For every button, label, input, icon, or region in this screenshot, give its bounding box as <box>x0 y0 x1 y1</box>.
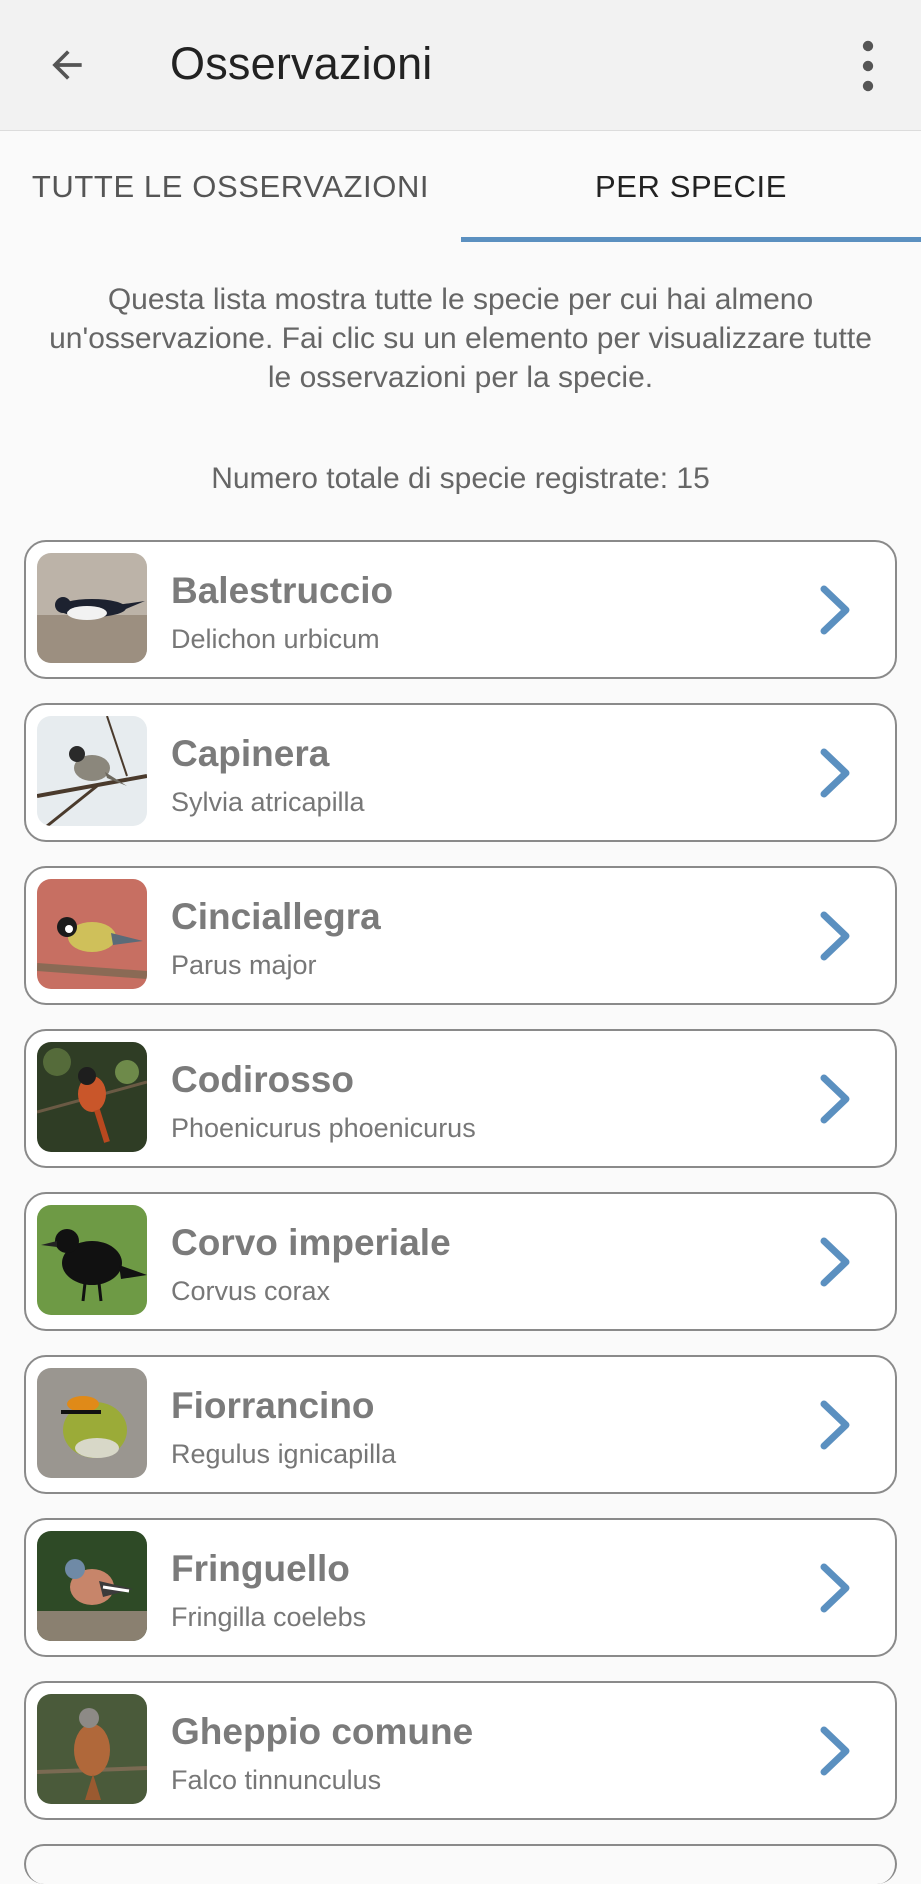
chevron-right-icon <box>806 580 866 640</box>
species-photo <box>37 716 147 826</box>
tab-bar: TUTTE LE OSSERVAZIONI PER SPECIE <box>0 131 921 243</box>
overflow-menu-button[interactable] <box>846 36 890 96</box>
species-card-cinciallegra[interactable]: Cinciallegra Parus major <box>24 866 897 1005</box>
species-scientific-name: Sylvia atricapilla <box>171 787 365 817</box>
species-photo <box>37 1694 147 1804</box>
species-scientific-name: Corvus corax <box>171 1276 331 1306</box>
species-card-codirosso[interactable]: Codirosso Phoenicurus phoenicurus <box>24 1029 897 1168</box>
species-common-name: Cinciallegra <box>171 896 381 937</box>
chevron-right-icon <box>806 743 866 803</box>
species-photo <box>37 1042 147 1152</box>
species-photo <box>37 553 147 663</box>
app-bar: Osservazioni <box>0 0 921 131</box>
tab-indicator <box>461 237 921 242</box>
species-card-corvo-imperiale[interactable]: Corvo imperiale Corvus corax <box>24 1192 897 1331</box>
species-card-fiorrancino[interactable]: Fiorrancino Regulus ignicapilla <box>24 1355 897 1494</box>
species-card-fringuello[interactable]: Fringuello Fringilla coelebs <box>24 1518 897 1657</box>
intro-text: Questa lista mostra tutte le specie per … <box>49 283 872 394</box>
species-card-partial[interactable] <box>24 1844 897 1884</box>
species-scientific-name: Fringilla coelebs <box>171 1602 367 1632</box>
chevron-right-icon <box>806 1069 866 1129</box>
species-photo <box>37 879 147 989</box>
species-common-name: Gheppio comune <box>171 1711 474 1752</box>
tab-by-species[interactable]: PER SPECIE <box>461 131 921 243</box>
page-title: Osservazioni <box>170 38 433 89</box>
species-common-name: Balestruccio <box>171 570 394 611</box>
species-common-name: Fringuello <box>171 1548 350 1589</box>
arrow-left-icon <box>52 50 82 80</box>
species-card-balestruccio[interactable]: Balestruccio Delichon urbicum <box>24 540 897 679</box>
chevron-right-icon <box>806 1232 866 1292</box>
species-common-name: Codirosso <box>171 1059 354 1100</box>
species-list: Balestruccio Delichon urbicum Capinera S… <box>24 540 897 1844</box>
tab-all-observations[interactable]: TUTTE LE OSSERVAZIONI <box>0 131 461 243</box>
chevron-right-icon <box>806 1395 866 1455</box>
species-common-name: Fiorrancino <box>171 1385 375 1426</box>
species-photo <box>37 1205 147 1315</box>
species-scientific-name: Parus major <box>171 950 317 980</box>
species-photo <box>37 1531 147 1641</box>
species-common-name: Capinera <box>171 733 330 774</box>
species-scientific-name: Phoenicurus phoenicurus <box>171 1113 476 1143</box>
chevron-right-icon <box>806 1558 866 1618</box>
species-scientific-name: Delichon urbicum <box>171 624 380 654</box>
back-button[interactable] <box>36 30 98 100</box>
species-photo <box>37 1368 147 1478</box>
species-scientific-name: Regulus ignicapilla <box>171 1439 397 1469</box>
species-count: Numero totale di specie registrate: 15 <box>211 462 710 495</box>
species-card-capinera[interactable]: Capinera Sylvia atricapilla <box>24 703 897 842</box>
chevron-right-icon <box>806 906 866 966</box>
species-common-name: Corvo imperiale <box>171 1222 451 1263</box>
species-card-gheppio-comune[interactable]: Gheppio comune Falco tinnunculus <box>24 1681 897 1820</box>
chevron-right-icon <box>806 1721 866 1781</box>
more-vert-icon <box>862 40 874 92</box>
species-scientific-name: Falco tinnunculus <box>171 1765 382 1795</box>
